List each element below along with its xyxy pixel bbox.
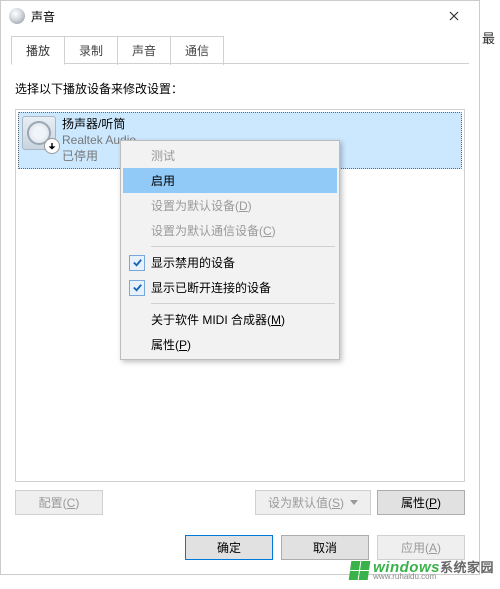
tab-playback[interactable]: 播放 [11,36,65,65]
check-icon [129,255,145,271]
close-icon [449,11,459,21]
cancel-button[interactable]: 取消 [281,535,369,560]
disabled-overlay-icon [44,138,60,154]
window-title: 声音 [31,8,433,25]
tab-strip: 播放 录制 声音 通信 [1,31,479,64]
menu-set-default-device[interactable]: 设置为默认设备(D) [123,193,337,218]
menu-set-default-comm-device[interactable]: 设置为默认通信设备(C) [123,218,337,243]
check-icon [129,280,145,296]
menu-separator [151,303,335,304]
titlebar: 声音 [1,1,479,31]
tab-sounds[interactable]: 声音 [117,36,171,65]
menu-properties[interactable]: 属性(P) [123,332,337,357]
menu-show-disabled[interactable]: 显示禁用的设备 [123,250,337,275]
apply-button[interactable]: 应用(A) [377,535,465,560]
watermark: windows系统家园 www.ruhaidu.com [350,560,494,581]
panel-button-row: 配置(C) 设为默认值(S) 属性(P) [15,482,465,515]
device-icon-wrap [22,116,56,150]
device-name: 扬声器/听筒 [62,116,136,132]
stray-text: 最 [482,28,496,48]
menu-enable[interactable]: 启用 [123,168,337,193]
menu-about-midi[interactable]: 关于软件 MIDI 合成器(M) [123,307,337,332]
sound-title-icon [9,8,25,24]
chevron-down-icon [350,500,358,505]
menu-show-disconnected[interactable]: 显示已断开连接的设备 [123,275,337,300]
configure-button[interactable]: 配置(C) [15,490,103,515]
watermark-url: www.ruhaidu.com [373,573,494,581]
watermark-logo-icon [349,561,371,580]
instruction-text: 选择以下播放设备来修改设置： [15,80,465,97]
properties-button[interactable]: 属性(P) [377,490,465,515]
menu-test[interactable]: 测试 [123,143,337,168]
ok-button[interactable]: 确定 [185,535,273,560]
tab-recording[interactable]: 录制 [64,36,118,65]
menu-separator [151,246,335,247]
close-button[interactable] [433,1,475,31]
tab-underline [11,63,469,64]
context-menu: 测试 启用 设置为默认设备(D) 设置为默认通信设备(C) 显示禁用的设备 显示… [120,140,340,360]
tab-communications[interactable]: 通信 [170,36,224,65]
set-default-button[interactable]: 设为默认值(S) [255,490,371,515]
